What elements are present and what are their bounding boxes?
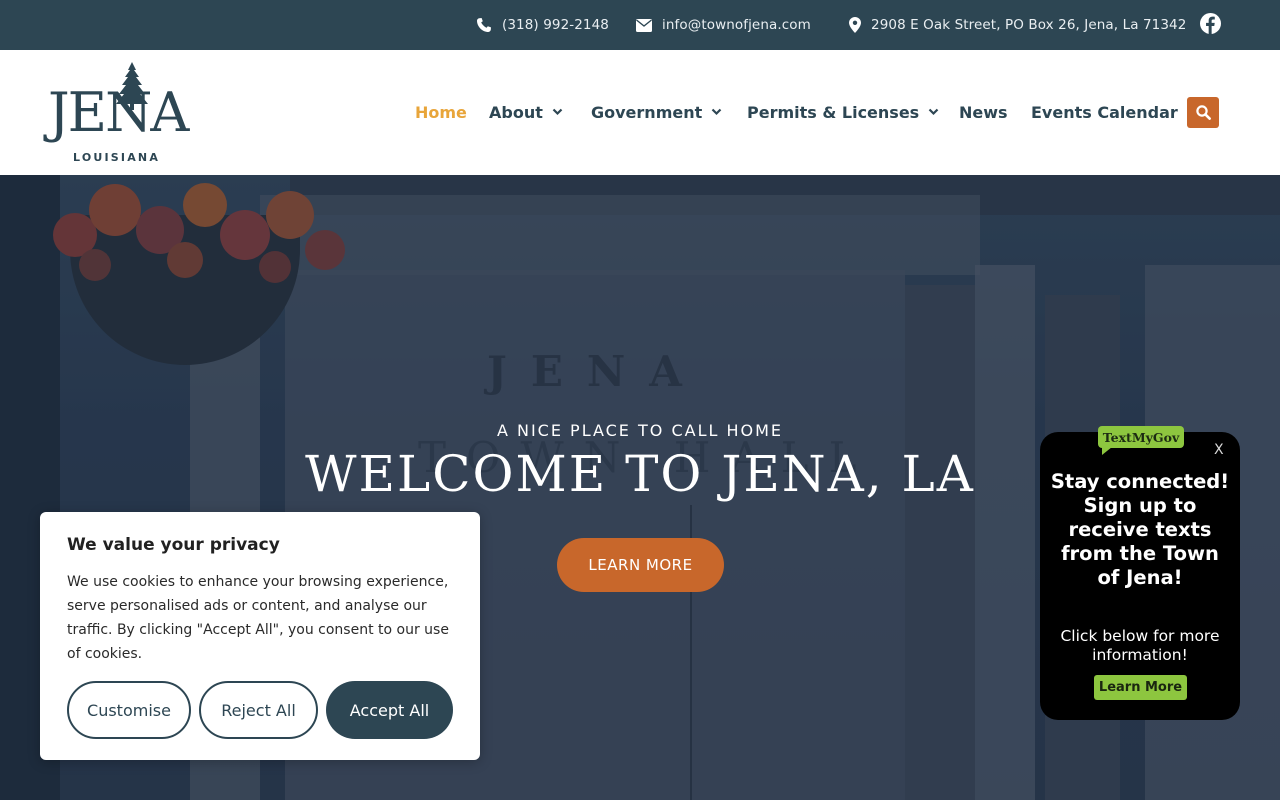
nav-events-calendar[interactable]: Events Calendar <box>1031 101 1178 123</box>
envelope-icon <box>636 18 652 32</box>
learn-more-button[interactable]: LEARN MORE <box>557 538 724 592</box>
textmygov-headline: Stay connected! Sign up to receive texts… <box>1050 470 1230 589</box>
nav-home[interactable]: Home <box>415 101 467 123</box>
address-contact[interactable]: 2908 E Oak Street, PO Box 26, Jena, La 7… <box>849 0 1186 50</box>
close-widget-button[interactable]: X <box>1214 442 1224 458</box>
search-button[interactable] <box>1187 97 1219 128</box>
chevron-down-icon <box>552 108 563 116</box>
nav-events-label: Events Calendar <box>1031 102 1178 122</box>
textmygov-learn-more-button[interactable]: Learn More <box>1094 675 1187 700</box>
cookie-body: We use cookies to enhance your browsing … <box>67 574 449 662</box>
nav-permits-label: Permits & Licenses <box>747 102 920 122</box>
street-address: 2908 E Oak Street, PO Box 26, Jena, La 7… <box>871 17 1187 33</box>
nav-permits-licenses[interactable]: Permits & Licenses <box>747 101 939 123</box>
cookie-consent-dialog: We value your privacy We use cookies to … <box>40 512 480 760</box>
nav-news-label: News <box>959 102 1008 122</box>
badge-tail <box>1102 447 1112 455</box>
email-contact[interactable]: info@townofjena.com <box>636 0 811 50</box>
nav-home-label: Home <box>415 102 467 122</box>
facebook-icon[interactable] <box>1200 13 1221 34</box>
textmygov-subtext: Click below for more information! <box>1060 627 1220 664</box>
main-nav: Home About Government Permits & Licenses… <box>0 50 1280 175</box>
phone-contact[interactable]: (318) 992-2148 <box>476 0 609 50</box>
textmygov-widget: TextMyGov X Stay connected! Sign up to r… <box>1040 426 1240 720</box>
site-header: JENA LOUISIANA Home About Government Per… <box>0 50 1280 175</box>
phone-number: (318) 992-2148 <box>502 17 609 33</box>
nav-government[interactable]: Government <box>591 101 722 123</box>
chevron-down-icon <box>928 108 939 116</box>
chevron-down-icon <box>711 108 722 116</box>
cookie-title: We value your privacy <box>67 535 280 555</box>
textmygov-badge: TextMyGov <box>1098 426 1184 448</box>
reject-all-button[interactable]: Reject All <box>199 681 318 739</box>
phone-icon <box>477 18 491 32</box>
nav-about-label: About <box>489 102 543 122</box>
nav-government-label: Government <box>591 102 703 122</box>
top-utility-bar: (318) 992-2148 info@townofjena.com 2908 … <box>0 0 1280 50</box>
nav-news[interactable]: News <box>959 101 1008 123</box>
email-address: info@townofjena.com <box>662 17 811 33</box>
nav-about[interactable]: About <box>489 101 563 123</box>
customise-button[interactable]: Customise <box>67 681 191 739</box>
map-pin-icon <box>849 17 861 33</box>
accept-all-button[interactable]: Accept All <box>326 681 453 739</box>
search-icon <box>1195 105 1211 120</box>
